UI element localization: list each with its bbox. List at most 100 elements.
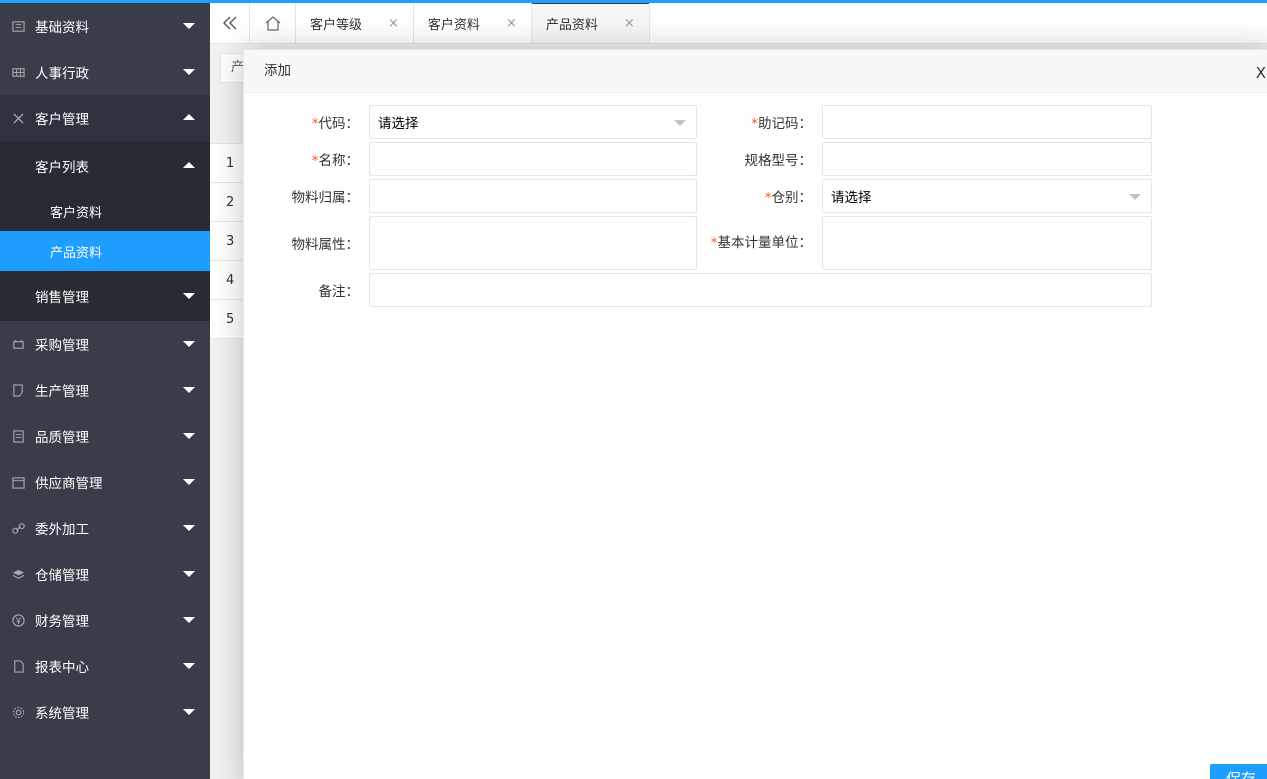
note-icon bbox=[10, 382, 26, 398]
unit-row: *基本计量单位： bbox=[707, 216, 1152, 270]
sidebar-item-customer[interactable]: 客户管理 bbox=[0, 95, 210, 141]
close-icon[interactable]: × bbox=[506, 16, 517, 31]
grid-icon bbox=[10, 64, 26, 80]
calendar-icon bbox=[10, 474, 26, 490]
sidebar-item-label: 供应商管理 bbox=[35, 476, 103, 492]
required-mark: * bbox=[311, 116, 319, 132]
sidebar-item-hr[interactable]: 人事行政 bbox=[0, 49, 210, 95]
cart-icon bbox=[10, 336, 26, 352]
mnemonic-row: *助记码： bbox=[707, 105, 1152, 139]
sidebar-item-label: 基础资料 bbox=[35, 20, 89, 36]
spec-row: 规格型号： bbox=[707, 142, 1152, 176]
yen-icon bbox=[10, 612, 26, 628]
owner-row: 物料归属： bbox=[254, 179, 697, 213]
file-icon bbox=[10, 658, 26, 674]
required-mark: * bbox=[710, 235, 718, 251]
sidebar-item-finance[interactable]: 财务管理 bbox=[0, 597, 210, 643]
customer-icon bbox=[10, 110, 26, 126]
name-row: *名称： bbox=[254, 142, 697, 176]
attribute-row: 物料属性： bbox=[254, 216, 697, 270]
close-icon[interactable]: X bbox=[1256, 64, 1266, 82]
sidebar-sub-item-product-data[interactable]: 产品资料 bbox=[0, 231, 210, 271]
chevron-down-icon bbox=[183, 617, 195, 623]
sidebar-sub-customer-list[interactable]: 客户列表 bbox=[0, 141, 210, 191]
owner-label: 物料归属： bbox=[291, 190, 360, 206]
chevron-down-icon bbox=[183, 23, 195, 29]
clipboard-icon bbox=[10, 428, 26, 444]
sidebar-item-label: 品质管理 bbox=[35, 430, 89, 446]
code-select[interactable]: 请选择 bbox=[369, 105, 697, 139]
sidebar-item-label: 采购管理 bbox=[35, 338, 89, 354]
required-mark: * bbox=[311, 153, 319, 169]
sidebar-item-label: 生产管理 bbox=[35, 384, 89, 400]
sidebar-item-supplier[interactable]: 供应商管理 bbox=[0, 459, 210, 505]
code-row: *代码： 请选择 bbox=[254, 105, 697, 139]
warehouse-label: *仓别： bbox=[764, 190, 812, 206]
name-label: *名称： bbox=[311, 153, 359, 169]
sidebar-sub-item-customer-data[interactable]: 客户资料 bbox=[0, 191, 210, 231]
mnemonic-label: *助记码： bbox=[751, 116, 812, 132]
unit-input[interactable] bbox=[822, 216, 1152, 270]
dialog-title: 添加 bbox=[244, 50, 1267, 93]
tab-customer-data[interactable]: 客户资料 × bbox=[414, 3, 532, 43]
chevron-down-icon bbox=[183, 479, 195, 485]
sidebar-item-label: 报表中心 bbox=[35, 660, 89, 676]
chevron-down-icon bbox=[183, 69, 195, 75]
sidebar-item-production[interactable]: 生产管理 bbox=[0, 367, 210, 413]
sidebar-item-purchase[interactable]: 采购管理 bbox=[0, 321, 210, 367]
sidebar-item-quality[interactable]: 品质管理 bbox=[0, 413, 210, 459]
close-icon[interactable]: × bbox=[388, 16, 399, 31]
tabs-bar: 客户等级 × 客户资料 × 产品资料 × bbox=[210, 2, 1267, 44]
warehouse-select[interactable]: 请选择 bbox=[822, 179, 1152, 213]
owner-input[interactable] bbox=[369, 179, 697, 213]
chevron-down-icon bbox=[183, 709, 195, 715]
layers-icon bbox=[10, 566, 26, 582]
sidebar-sub-label: 客户列表 bbox=[35, 160, 89, 176]
double-chevron-left-icon bbox=[222, 16, 236, 30]
sidebar: 基础资料 人事行政 客户管理 客户列表 客户资料 产品资料 销售管理 采购管理 … bbox=[0, 3, 210, 779]
collapse-sidebar-button[interactable] bbox=[210, 3, 250, 43]
chevron-down-icon bbox=[183, 433, 195, 439]
chevron-up-icon bbox=[183, 162, 195, 168]
attribute-input[interactable] bbox=[369, 216, 697, 270]
sidebar-item-system[interactable]: 系统管理 bbox=[0, 689, 210, 735]
sidebar-item-label: 系统管理 bbox=[35, 706, 89, 722]
tab-product-data[interactable]: 产品资料 × bbox=[531, 2, 650, 43]
home-tab[interactable] bbox=[250, 3, 296, 43]
chevron-down-icon bbox=[183, 341, 195, 347]
profile-icon bbox=[10, 18, 26, 34]
sidebar-item-label: 人事行政 bbox=[35, 66, 89, 82]
name-input[interactable] bbox=[369, 142, 697, 176]
save-button[interactable]: 保存 bbox=[1210, 764, 1267, 779]
chevron-down-icon bbox=[183, 525, 195, 531]
chevron-up-icon bbox=[183, 114, 195, 120]
spec-input[interactable] bbox=[822, 142, 1152, 176]
remark-input[interactable] bbox=[369, 273, 1152, 307]
tab-customer-level[interactable]: 客户等级 × bbox=[296, 3, 414, 43]
mnemonic-input[interactable] bbox=[822, 105, 1152, 139]
sidebar-item-basic-data[interactable]: 基础资料 bbox=[0, 3, 210, 49]
code-label: *代码： bbox=[311, 116, 359, 132]
required-mark: * bbox=[764, 190, 772, 206]
sidebar-item-warehouse[interactable]: 仓储管理 bbox=[0, 551, 210, 597]
chevron-down-icon bbox=[183, 571, 195, 577]
home-icon bbox=[265, 15, 280, 31]
sidebar-item-label: 财务管理 bbox=[35, 614, 89, 630]
gear-icon bbox=[10, 704, 26, 720]
sidebar-sub-sales[interactable]: 销售管理 bbox=[0, 271, 210, 321]
remark-label: 备注： bbox=[318, 284, 360, 300]
remark-row: 备注： bbox=[254, 273, 1152, 307]
required-mark: * bbox=[751, 116, 758, 132]
attribute-label: 物料属性： bbox=[291, 237, 360, 253]
link-icon bbox=[10, 520, 26, 536]
close-icon[interactable]: × bbox=[624, 16, 635, 31]
tab-label: 客户等级 bbox=[310, 17, 363, 33]
chevron-down-icon bbox=[183, 293, 195, 299]
chevron-down-icon bbox=[1129, 194, 1141, 200]
chevron-down-icon bbox=[674, 120, 686, 126]
sidebar-item-outsourcing[interactable]: 委外加工 bbox=[0, 505, 210, 551]
top-accent-line bbox=[0, 0, 1267, 3]
sidebar-item-reports[interactable]: 报表中心 bbox=[0, 643, 210, 689]
add-dialog: 添加 X *代码： 请选择 *助记码： *名称： 规格型号： 物料归属： *仓别… bbox=[243, 49, 1267, 779]
tab-label: 产品资料 bbox=[545, 17, 598, 33]
